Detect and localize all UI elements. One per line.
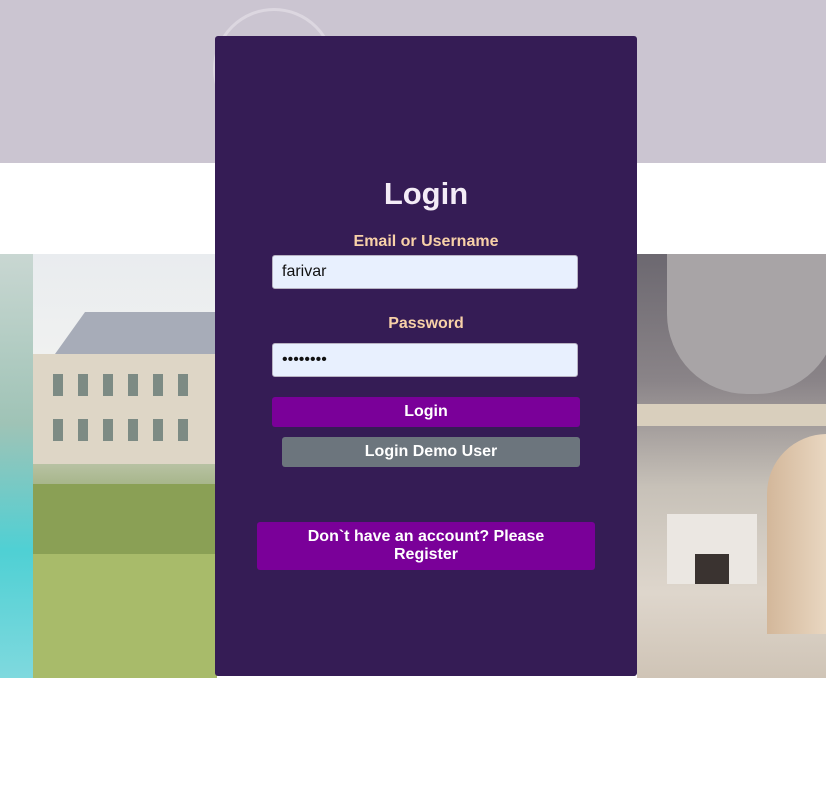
venue-image-pool xyxy=(0,254,33,678)
email-field[interactable] xyxy=(272,255,578,289)
venue-image-hall xyxy=(637,254,826,678)
login-demo-user-button[interactable]: Login Demo User xyxy=(282,437,580,467)
email-label: Email or Username xyxy=(353,233,499,250)
venue-image-mansion xyxy=(33,254,217,678)
password-field[interactable] xyxy=(272,343,578,377)
modal-title: Login xyxy=(383,176,469,211)
register-button[interactable]: Don`t have an account? Please Register xyxy=(257,522,595,570)
password-label: Password xyxy=(388,315,464,332)
login-modal: Login Email or Username Password Login L… xyxy=(215,36,637,676)
login-button[interactable]: Login xyxy=(272,397,580,427)
